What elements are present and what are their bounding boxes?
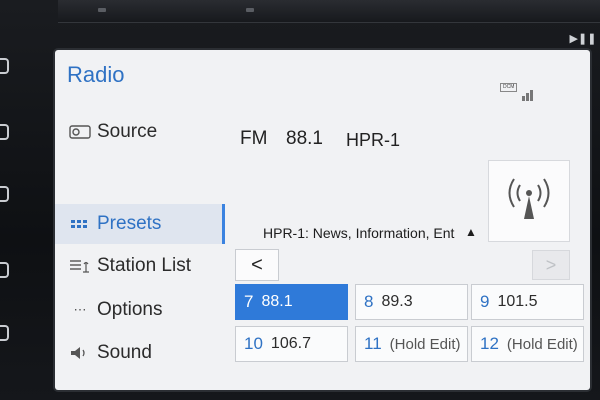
scroll-text-icon[interactable]: ▲ xyxy=(465,225,477,239)
sidebar-item-label: Source xyxy=(97,121,158,142)
play-pause-button[interactable]: ▶❚❚ xyxy=(568,30,598,48)
preset-frequency: (Hold Edit) xyxy=(389,335,461,353)
preset-button[interactable]: 7 88.1 xyxy=(235,284,348,320)
signal-bars-icon xyxy=(522,90,533,101)
sound-icon xyxy=(67,346,93,360)
bezel-side-button[interactable] xyxy=(0,186,9,202)
preset-frequency: 106.7 xyxy=(270,335,311,352)
bezel-side-button[interactable] xyxy=(0,325,9,341)
sidebar-item-label: Presets xyxy=(97,213,162,234)
preset-number: 7 xyxy=(244,292,254,311)
dcm-badge: DCM xyxy=(500,83,518,92)
preset-frequency: 88.1 xyxy=(261,293,293,310)
preset-button[interactable]: 12 (Hold Edit) xyxy=(471,326,584,362)
bezel-side-button[interactable] xyxy=(0,262,9,278)
play-pause-icon: ▶❚❚ xyxy=(569,33,597,45)
sidebar-item-label: Sound xyxy=(97,342,152,363)
source-icon xyxy=(67,124,93,140)
preset-frequency: (Hold Edit) xyxy=(506,335,578,353)
broadcast-antenna-icon xyxy=(508,178,550,219)
page-title: Radio xyxy=(67,62,125,87)
preset-number: 8 xyxy=(364,292,374,311)
preset-number: 12 xyxy=(480,334,499,353)
sidebar-item-label: Options xyxy=(97,299,163,320)
sidebar-item-source[interactable]: Source xyxy=(55,112,225,152)
bezel-notch xyxy=(98,8,106,12)
bezel-top-strip xyxy=(58,0,600,23)
preset-button[interactable]: 9 101.5 xyxy=(471,284,584,320)
next-page-button[interactable]: > xyxy=(532,250,570,280)
station-artwork xyxy=(488,160,570,242)
radio-text: HPR-1: News, Information, Entertai xyxy=(263,225,455,241)
sidebar-item-label: Station List xyxy=(97,255,191,276)
sidebar-item-options[interactable]: ⋯ Options xyxy=(55,290,225,330)
preset-number: 11 xyxy=(364,334,382,353)
sidebar-item-presets[interactable]: Presets xyxy=(55,204,225,244)
preset-frequency: 89.3 xyxy=(381,293,413,310)
preset-button[interactable]: 10 106.7 xyxy=(235,326,348,362)
bezel-notch xyxy=(246,8,254,12)
sidebar-item-sound[interactable]: Sound xyxy=(55,333,225,373)
station-name: HPR-1 xyxy=(346,130,401,150)
radio-screen: Radio DCM Source Presets Station List ⋯ xyxy=(55,50,590,390)
preset-button[interactable]: 11 (Hold Edit) xyxy=(355,326,468,362)
bezel-side-button[interactable] xyxy=(0,124,9,140)
bezel-side-button[interactable] xyxy=(0,58,9,74)
prev-page-button[interactable]: < xyxy=(235,249,279,281)
frequency-label: 88.1 xyxy=(286,128,323,149)
options-icon: ⋯ xyxy=(73,302,87,317)
station-list-icon xyxy=(67,258,93,274)
preset-number: 9 xyxy=(480,292,490,311)
band-label: FM xyxy=(240,128,268,149)
preset-number: 10 xyxy=(244,334,263,353)
sidebar-item-station-list[interactable]: Station List xyxy=(55,246,225,286)
preset-frequency: 101.5 xyxy=(497,293,538,310)
preset-button[interactable]: 8 89.3 xyxy=(355,284,468,320)
presets-icon xyxy=(67,219,93,229)
sidebar: Source Presets Station List ⋯ Options So… xyxy=(55,100,225,390)
